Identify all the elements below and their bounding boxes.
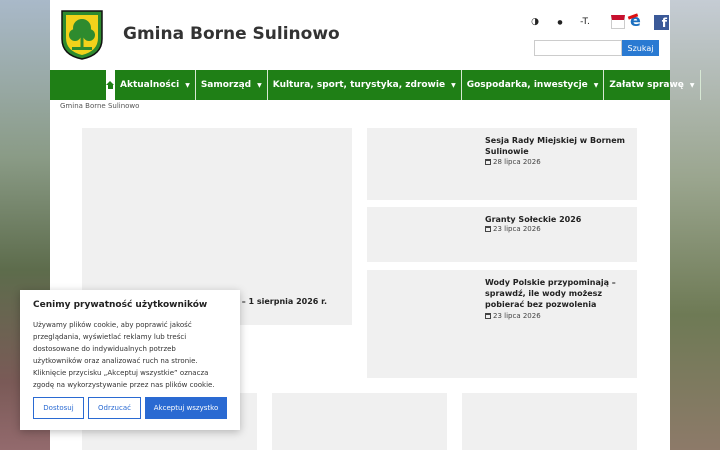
nav-item-label: Samorząd [200, 80, 252, 90]
caret-down-icon: ▼ [257, 81, 262, 89]
news-card[interactable]: Wody Polskie przypominają – sprawdź, ile… [367, 270, 637, 378]
drop-icon[interactable]: ● [549, 14, 571, 30]
site-title[interactable]: Gmina Borne Sulinowo [123, 24, 340, 44]
nav-item-label: Kultura, sport, turystyka, zdrowie [272, 80, 446, 90]
news-card[interactable]: Granty Sołeckie 2026 23 lipca 2026 [367, 207, 637, 262]
news-date-text: 28 lipca 2026 [493, 158, 541, 166]
article-card[interactable] [462, 393, 637, 450]
facebook-icon[interactable]: f [654, 14, 669, 30]
news-date-text: 23 lipca 2026 [493, 225, 541, 233]
font-size-icon[interactable]: -T. [574, 14, 596, 30]
news-title[interactable]: Granty Sołeckie 2026 [485, 214, 630, 225]
caret-down-icon: ▼ [689, 81, 695, 89]
nav-item-label: Aktualności [120, 80, 180, 90]
epuap-icon[interactable]: e [630, 13, 650, 30]
accessibility-tools: ◑ ● -T. e f [524, 13, 669, 30]
main-nav: Aktualności ▼ Samorząd ▼ Kultura, sport,… [50, 70, 701, 100]
bip-icon[interactable] [611, 15, 625, 29]
news-card[interactable]: Sesja Rady Miejskiej w Bornem Sulinowie … [367, 128, 637, 200]
home-icon [106, 81, 115, 89]
cookie-title: Cenimy prywatność użytkowników [33, 300, 208, 310]
search-input[interactable] [534, 40, 622, 56]
caret-down-icon: ▼ [451, 81, 456, 89]
cookie-consent-banner: Cenimy prywatność użytkowników Używamy p… [20, 290, 240, 430]
news-date: 28 lipca 2026 [485, 158, 541, 166]
nav-item-gospodarka[interactable]: Gospodarka, inwestycje ▼ [462, 70, 605, 100]
nav-item-zalatw-sprawe[interactable]: Załatw sprawę ▼ [604, 70, 701, 100]
calendar-icon [485, 313, 491, 319]
reject-button[interactable]: Odrzucać [88, 397, 141, 419]
article-card[interactable] [272, 393, 447, 450]
nav-item-kultura[interactable]: Kultura, sport, turystyka, zdrowie ▼ [268, 70, 462, 100]
nav-home[interactable] [106, 70, 115, 100]
news-date-text: 23 lipca 2026 [493, 312, 541, 320]
coat-of-arms-logo[interactable] [60, 9, 104, 61]
news-date: 23 lipca 2026 [485, 312, 541, 320]
caret-down-icon: ▼ [593, 81, 599, 89]
nav-item-aktualnosci[interactable]: Aktualności ▼ [115, 70, 196, 100]
calendar-icon [485, 226, 491, 232]
breadcrumb[interactable]: Gmina Borne Sulinowo [60, 102, 139, 110]
search-form: Szukaj [534, 40, 659, 56]
cookie-text: Używamy plików cookie, aby poprawić jako… [33, 321, 215, 389]
accept-all-button[interactable]: Akceptuj wszystko [145, 397, 227, 419]
header: Gmina Borne Sulinowo ◑ ● -T. e f Szukaj [50, 0, 670, 70]
nav-item-label: Gospodarka, inwestycje [466, 80, 588, 90]
cookie-buttons: Dostosuj Odrzucać Akceptuj wszystko [33, 397, 231, 419]
background-right [670, 0, 720, 450]
news-title[interactable]: Sesja Rady Miejskiej w Bornem Sulinowie [485, 135, 630, 157]
contrast-icon[interactable]: ◑ [524, 14, 546, 30]
search-button[interactable]: Szukaj [622, 40, 659, 56]
nav-item-samorzad[interactable]: Samorząd ▼ [196, 70, 268, 100]
calendar-icon [485, 159, 491, 165]
customize-button[interactable]: Dostosuj [33, 397, 84, 419]
news-date: 23 lipca 2026 [485, 225, 541, 233]
nav-item-label: Załatw sprawę [609, 80, 684, 90]
caret-down-icon: ▼ [185, 81, 190, 89]
news-title[interactable]: Wody Polskie przypominają – sprawdź, ile… [485, 277, 630, 310]
